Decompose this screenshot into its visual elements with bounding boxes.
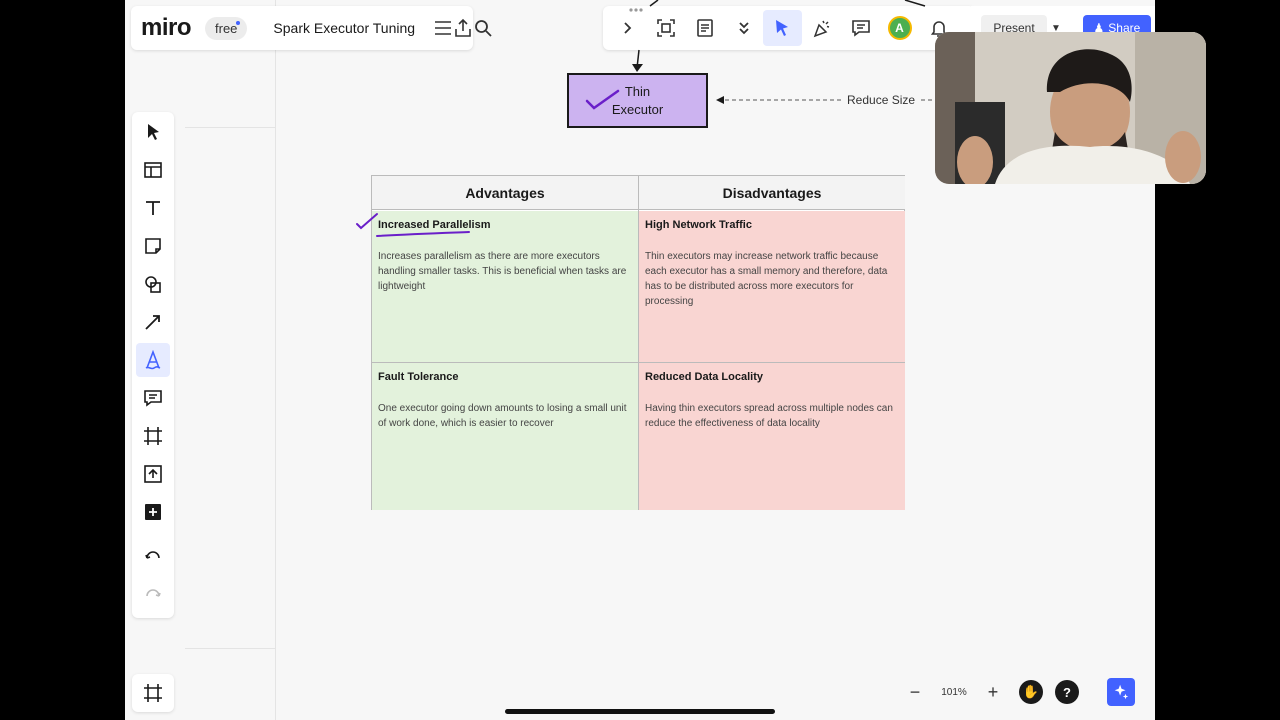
notes-icon[interactable] — [685, 10, 724, 46]
cell-body: Increases parallelism as there are more … — [378, 251, 627, 292]
menu-icon[interactable] — [433, 10, 453, 46]
table-cell[interactable]: Fault Tolerance One executor going down … — [372, 363, 638, 510]
cell-body: Thin executors may increase network traf… — [645, 251, 888, 307]
zoom-in-button[interactable]: + — [979, 678, 1007, 706]
undo-icon[interactable] — [136, 541, 170, 575]
templates-icon[interactable] — [136, 153, 170, 187]
canvas-guide-line — [185, 127, 275, 128]
home-indicator — [505, 709, 775, 714]
export-icon[interactable] — [453, 10, 473, 46]
presenter-video — [935, 32, 1206, 184]
more-apps-icon[interactable] — [136, 495, 170, 529]
reduce-size-label: Reduce Size — [842, 93, 921, 107]
comment-tool-icon[interactable] — [136, 381, 170, 415]
frame-list-icon — [144, 684, 162, 702]
text-icon[interactable] — [136, 191, 170, 225]
upload-icon[interactable] — [136, 457, 170, 491]
shapes-icon[interactable] — [136, 267, 170, 301]
table-divider — [638, 176, 639, 509]
miro-logo[interactable]: miro — [141, 14, 192, 42]
canvas-guide-line — [185, 648, 275, 649]
search-icon[interactable] — [473, 10, 493, 46]
zoom-level[interactable]: 101% — [933, 687, 975, 698]
frames-panel-button[interactable] — [132, 674, 174, 712]
user-avatar[interactable]: A — [880, 10, 919, 46]
ai-assist-button[interactable] — [1107, 678, 1135, 706]
table-cell[interactable]: High Network Traffic Thin executors may … — [639, 211, 905, 362]
collaboration-toolbar: A — [603, 6, 975, 50]
double-chevron-down-icon[interactable] — [724, 10, 763, 46]
pen-annotation — [356, 213, 470, 237]
sticky-note-icon[interactable] — [136, 229, 170, 263]
comment-icon[interactable] — [841, 10, 880, 46]
table-divider — [372, 362, 904, 363]
redo-icon[interactable] — [136, 579, 170, 613]
webcam-overlay — [935, 32, 1206, 184]
connection-line-icon[interactable] — [136, 305, 170, 339]
cell-title: Reduced Data Locality — [645, 371, 763, 383]
zoom-controls: − 101% + ✋ ? — [901, 678, 1079, 706]
board-header: miro free Spark Executor Tuning — [131, 6, 492, 50]
select-cursor-icon[interactable] — [763, 10, 802, 46]
frame-icon[interactable] — [136, 419, 170, 453]
cell-title: High Network Traffic — [645, 219, 752, 231]
avatar: A — [887, 16, 912, 40]
hand-tool-icon[interactable]: ✋ — [1019, 680, 1043, 704]
creation-toolbar — [132, 112, 174, 618]
cell-body: One executor going down amounts to losin… — [378, 403, 627, 429]
chevron-right-icon[interactable] — [607, 10, 646, 46]
sparkle-icon — [1114, 684, 1129, 700]
cell-body: Having thin executors spread across mult… — [645, 403, 893, 429]
cell-title: Fault Tolerance — [378, 371, 459, 383]
board-title[interactable]: Spark Executor Tuning — [273, 20, 415, 36]
table-cell[interactable]: Reduced Data Locality Having thin execut… — [639, 363, 905, 510]
plan-badge[interactable]: free — [205, 16, 248, 40]
focus-frame-icon[interactable] — [646, 10, 685, 46]
canvas-guide-line — [275, 0, 276, 720]
disadvantages-header: Disadvantages — [639, 176, 905, 210]
checkmark-annotation — [585, 89, 620, 110]
advantages-header: Advantages — [372, 176, 638, 210]
pen-icon[interactable] — [136, 343, 170, 377]
select-icon[interactable] — [136, 115, 170, 149]
zoom-out-button[interactable]: − — [901, 678, 929, 706]
help-icon[interactable]: ? — [1055, 680, 1079, 704]
celebrate-icon[interactable] — [802, 10, 841, 46]
